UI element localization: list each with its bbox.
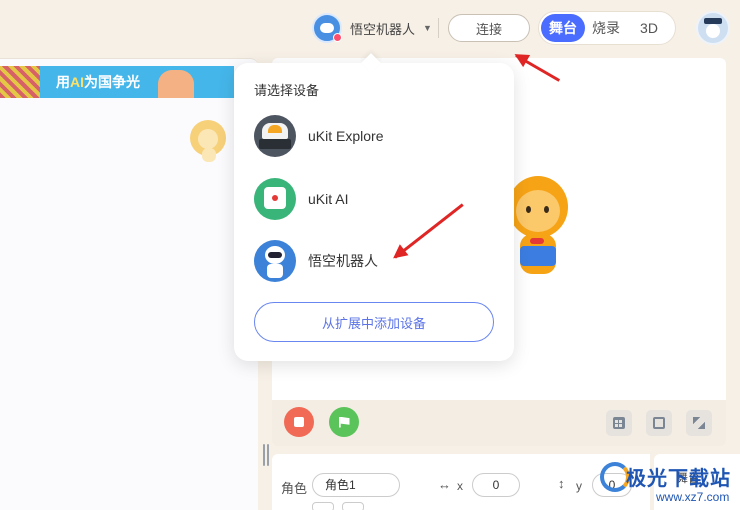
promo-banner[interactable]: 用AI为国争光 (0, 66, 234, 98)
tab-stage[interactable]: 舞台 (541, 14, 585, 42)
sprite-thumbnail[interactable] (190, 120, 230, 164)
device-option-ukit-explore[interactable]: uKit Explore (234, 108, 514, 164)
top-bar: 悟空机器人 ▼ 连接 舞台 烧录 3D (0, 0, 740, 56)
device-dropdown: 请选择设备 uKit Explore uKit AI 悟空机器人 从扩展中添加设… (234, 53, 514, 361)
vertical-arrows-icon: ↕ (558, 476, 565, 491)
device-option-label: uKit Explore (308, 128, 384, 144)
device-option-label: 悟空机器人 (308, 253, 378, 269)
banner-title: 用AI为国争光 (56, 74, 140, 90)
divider (438, 18, 439, 38)
ukit-explore-icon (254, 115, 296, 157)
small-stage-button[interactable] (646, 410, 672, 436)
chevron-down-icon: ▼ (423, 23, 432, 33)
fullscreen-icon (693, 417, 705, 429)
lion-sprite[interactable] (504, 176, 574, 288)
dropdown-caret (361, 53, 381, 73)
device-option-wukong[interactable]: 悟空机器人 (234, 233, 514, 289)
device-option-ukit-ai[interactable]: uKit AI (234, 171, 514, 227)
grid-icon (613, 417, 625, 429)
connect-button[interactable]: 连接 (448, 14, 530, 42)
horizontal-arrows-icon: ↔ (438, 477, 451, 492)
picture-icon (653, 417, 665, 429)
watermark-brand: 极光下载站 (626, 466, 731, 490)
ukit-ai-icon (254, 178, 296, 220)
robot-avatar-icon (312, 13, 342, 43)
resize-handle[interactable] (262, 444, 270, 466)
add-device-button[interactable]: 从扩展中添加设备 (254, 302, 494, 342)
banner-kids-illustration (158, 70, 194, 98)
banner-decoration-icon (0, 66, 40, 98)
grid-toggle-button[interactable] (606, 410, 632, 436)
fullscreen-button[interactable] (686, 410, 712, 436)
device-selector[interactable]: 悟空机器人 ▼ (312, 12, 440, 44)
sprite-name-input[interactable]: 角色1 (312, 473, 400, 497)
flag-icon (338, 416, 350, 428)
sprite-label: 角色 (281, 481, 308, 496)
run-button[interactable] (329, 407, 359, 437)
watermark-site: www.xz7.com (656, 490, 730, 504)
y-label: y (576, 479, 582, 493)
wukong-robot-icon (254, 240, 296, 282)
user-avatar[interactable] (696, 11, 730, 45)
mode-tabs: 舞台 烧录 3D (538, 11, 676, 45)
stop-button[interactable] (284, 407, 314, 437)
device-name: 悟空机器人 (350, 21, 416, 37)
tab-3d[interactable]: 3D (627, 14, 671, 42)
tab-burn[interactable]: 烧录 (585, 14, 627, 42)
device-option-label: uKit AI (308, 191, 349, 207)
x-input[interactable]: 0 (472, 473, 520, 497)
stop-icon (294, 417, 304, 427)
dropdown-title: 请选择设备 (254, 83, 320, 98)
x-label: x (457, 479, 463, 493)
sprite-toggle-button[interactable] (342, 502, 364, 510)
sprite-toggle-button[interactable] (312, 502, 334, 510)
watermark: 极光下载站 www.xz7.com (600, 458, 740, 510)
